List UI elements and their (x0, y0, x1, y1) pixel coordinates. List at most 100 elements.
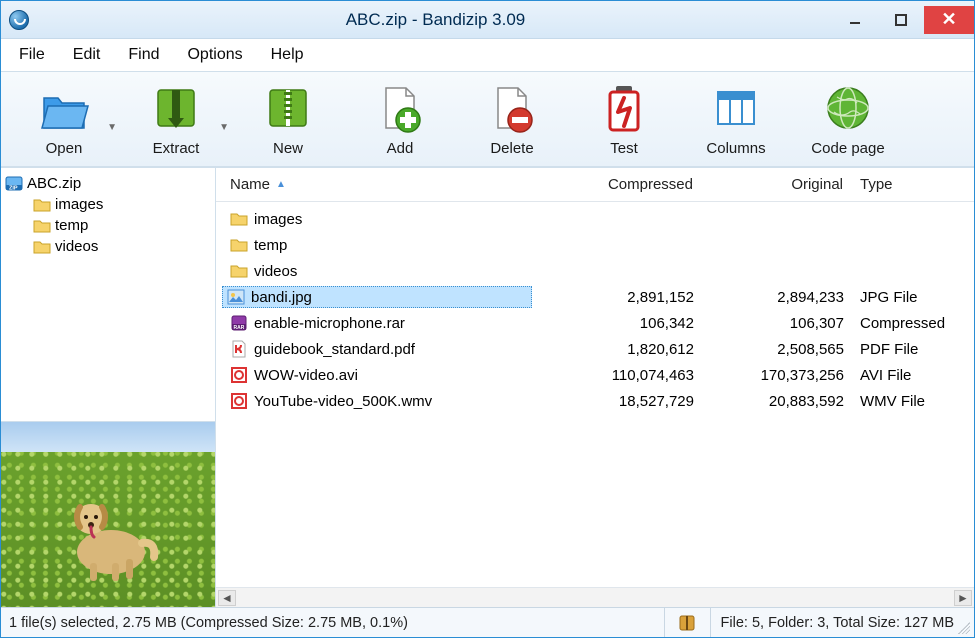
folder-icon (33, 197, 51, 213)
codepage-button[interactable]: Code page (803, 78, 893, 161)
file-type: WMV File (852, 393, 974, 410)
folder-icon (33, 218, 51, 234)
file-type: JPG File (852, 289, 974, 306)
file-original: 170,373,256 (702, 367, 852, 384)
app-window: ABC.zip - Bandizip 3.09 ✕ File Edit Find… (0, 0, 975, 638)
file-compressed: 18,527,729 (532, 393, 702, 410)
file-type: PDF File (852, 341, 974, 358)
file-compressed: 1,820,612 (532, 341, 702, 358)
content-area: ZIP ABC.zip images temp (1, 167, 974, 607)
minimize-button[interactable] (832, 6, 878, 34)
file-original: 2,508,565 (702, 341, 852, 358)
zip-archive-icon: ZIP (5, 174, 23, 192)
tree-item-label: videos (55, 238, 98, 255)
column-original[interactable]: Original (702, 176, 852, 193)
maximize-button[interactable] (878, 6, 924, 34)
list-item[interactable]: YouTube-video_500K.wmv 18,527,729 20,883… (216, 388, 974, 414)
window-controls: ✕ (832, 6, 974, 34)
close-button[interactable]: ✕ (924, 6, 974, 34)
preview-image (56, 477, 166, 587)
list-item[interactable]: temp (216, 232, 974, 258)
scroll-right-icon[interactable]: ► (954, 590, 972, 606)
tree-item-label: temp (55, 217, 88, 234)
new-button[interactable]: New (243, 78, 333, 161)
open-label: Open (46, 140, 83, 157)
menu-edit[interactable]: Edit (63, 42, 111, 68)
column-name[interactable]: Name ▲ (222, 176, 532, 193)
video-file-icon (230, 366, 248, 384)
file-name: images (254, 211, 302, 228)
new-label: New (273, 140, 303, 157)
file-type: AVI File (852, 367, 974, 384)
columns-label: Columns (706, 140, 765, 157)
svg-text:ZIP: ZIP (9, 186, 18, 192)
open-button[interactable]: Open ▼ (19, 78, 109, 161)
add-button[interactable]: Add (355, 78, 445, 161)
file-type: Compressed (852, 315, 974, 332)
tree-root[interactable]: ZIP ABC.zip (3, 172, 213, 194)
test-button[interactable]: Test (579, 78, 669, 161)
extract-button[interactable]: Extract ▼ (131, 78, 221, 161)
dropdown-icon[interactable]: ▼ (219, 122, 229, 133)
file-compressed: 110,074,463 (532, 367, 702, 384)
folder-icon (33, 239, 51, 255)
close-icon: ✕ (941, 9, 956, 30)
tree-item-images[interactable]: images (3, 194, 213, 215)
file-original: 2,894,233 (702, 289, 852, 306)
tree-item-label: images (55, 196, 103, 213)
file-name: enable-microphone.rar (254, 315, 405, 332)
menu-options[interactable]: Options (177, 42, 252, 68)
app-icon (9, 10, 29, 30)
preview-pane (1, 421, 215, 607)
menu-file[interactable]: File (9, 42, 55, 68)
rar-file-icon: RAR (230, 314, 248, 332)
horizontal-scrollbar[interactable]: ◄ ► (216, 587, 974, 607)
status-summary: File: 5, Folder: 3, Total Size: 127 MB (711, 608, 974, 637)
tree-item-temp[interactable]: temp (3, 215, 213, 236)
resize-grip-icon[interactable] (958, 622, 970, 634)
status-bar: 1 file(s) selected, 2.75 MB (Compressed … (1, 607, 974, 637)
folder-tree[interactable]: ZIP ABC.zip images temp (1, 168, 215, 421)
window-title: ABC.zip - Bandizip 3.09 (39, 10, 832, 30)
column-compressed[interactable]: Compressed (532, 176, 702, 193)
menu-find[interactable]: Find (118, 42, 169, 68)
list-item[interactable]: WOW-video.avi 110,074,463 170,373,256 AV… (216, 362, 974, 388)
toolbar: Open ▼ Extract ▼ (1, 71, 974, 167)
archive-icon (677, 613, 697, 633)
list-item[interactable]: videos (216, 258, 974, 284)
file-compressed: 106,342 (532, 315, 702, 332)
column-type[interactable]: Type (852, 176, 974, 193)
open-folder-icon (38, 82, 90, 134)
list-item[interactable]: guidebook_standard.pdf 1,820,612 2,508,5… (216, 336, 974, 362)
delete-label: Delete (490, 140, 533, 157)
list-item[interactable]: images (216, 206, 974, 232)
scroll-left-icon[interactable]: ◄ (218, 590, 236, 606)
column-type-label: Type (860, 176, 893, 193)
new-archive-icon (262, 82, 314, 134)
file-name: temp (254, 237, 287, 254)
image-file-icon (227, 288, 245, 306)
list-item-selected[interactable]: bandi.jpg 2,891,152 2,894,233 JPG File (216, 284, 974, 310)
test-icon (598, 82, 650, 134)
sort-ascending-icon: ▲ (276, 179, 286, 190)
video-file-icon (230, 392, 248, 410)
list-item[interactable]: RAR enable-microphone.rar 106,342 106,30… (216, 310, 974, 336)
file-name: videos (254, 263, 297, 280)
column-compressed-label: Compressed (608, 176, 693, 193)
delete-button[interactable]: Delete (467, 78, 557, 161)
extract-label: Extract (153, 140, 200, 157)
dropdown-icon[interactable]: ▼ (107, 122, 117, 133)
status-archive-icon[interactable] (665, 608, 711, 637)
delete-file-icon (486, 82, 538, 134)
status-selection: 1 file(s) selected, 2.75 MB (Compressed … (1, 608, 665, 637)
column-original-label: Original (791, 176, 843, 193)
tree-item-videos[interactable]: videos (3, 236, 213, 257)
file-list[interactable]: images temp (216, 202, 974, 587)
file-name: guidebook_standard.pdf (254, 341, 415, 358)
columns-button[interactable]: Columns (691, 78, 781, 161)
file-original: 20,883,592 (702, 393, 852, 410)
menu-help[interactable]: Help (261, 42, 314, 68)
folder-icon (230, 236, 248, 254)
extract-icon (150, 82, 202, 134)
folder-icon (230, 210, 248, 228)
